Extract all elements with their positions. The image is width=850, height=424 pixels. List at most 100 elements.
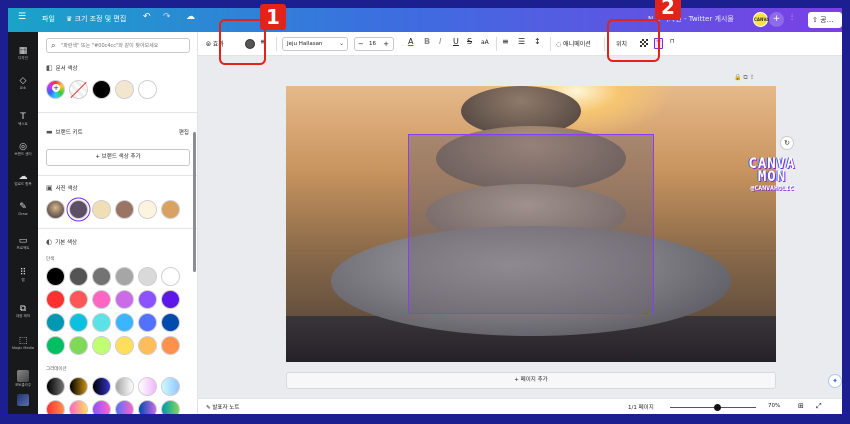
list-button[interactable]: ☰ (518, 37, 525, 46)
solid-color-swatch[interactable] (115, 313, 134, 332)
solid-color-swatch[interactable] (138, 336, 157, 355)
solid-color-swatch[interactable] (46, 267, 65, 286)
share-button[interactable]: ⇧ 공… (808, 12, 842, 28)
resize-button[interactable]: ♛ 크기 조정 및 편집 (66, 14, 126, 24)
nav-elements[interactable]: ◇ 요소 (8, 76, 38, 91)
selected-rectangle[interactable] (408, 134, 654, 314)
undo-icon[interactable]: ↶ (143, 12, 151, 22)
doc-color-swatch[interactable] (115, 80, 134, 99)
solid-color-swatch[interactable] (161, 336, 180, 355)
solid-color-swatch[interactable] (161, 313, 180, 332)
italic-button[interactable]: I (439, 37, 441, 46)
gradient-color-swatch[interactable] (115, 377, 134, 396)
menu-icon[interactable]: ☰ (18, 12, 26, 22)
solid-color-swatch[interactable] (92, 290, 111, 309)
add-color-swatch[interactable] (46, 80, 65, 99)
doc-color-swatch[interactable] (92, 80, 111, 99)
search-input[interactable] (61, 40, 189, 51)
page-count[interactable]: 1/1 페이지 (628, 403, 654, 411)
design-canvas[interactable] (286, 86, 776, 362)
underline-button[interactable]: U (453, 37, 459, 46)
strikethrough-button[interactable]: S (467, 37, 472, 46)
page-action-icons[interactable]: 🔒 ⧉ ⇪ (734, 74, 755, 82)
photo-color-swatch[interactable] (161, 200, 180, 219)
add-page-button[interactable]: + 페이지 추가 (286, 372, 776, 389)
doc-color-swatch[interactable] (138, 80, 157, 99)
font-size-value[interactable]: 16 (369, 41, 376, 47)
solid-color-swatch[interactable] (138, 290, 157, 309)
cloud-save-icon[interactable]: ☁ (186, 12, 195, 22)
rotate-icon[interactable]: ↻ (780, 136, 794, 150)
notes-button[interactable]: ✎ 발표자 노트 (206, 403, 239, 411)
nav-projects[interactable]: ▭ 프로젝트 (8, 236, 38, 251)
nav-draw[interactable]: ✎ Draw (8, 202, 38, 217)
spacing-button[interactable]: ↕ (534, 37, 541, 46)
solid-color-swatch[interactable] (46, 336, 65, 355)
file-menu[interactable]: 파일 (42, 14, 55, 24)
photo-color-swatch[interactable] (69, 200, 88, 219)
solid-color-swatch[interactable] (46, 290, 65, 309)
solid-color-swatch[interactable] (69, 290, 88, 309)
gradient-color-swatch[interactable] (138, 377, 157, 396)
font-select[interactable]: Jeju Hallasan ⌄ (282, 37, 348, 51)
font-size-decrease[interactable]: − (358, 40, 364, 48)
redo-icon[interactable]: ↷ (163, 12, 171, 22)
brand-edit-link[interactable]: 편집 (179, 128, 189, 136)
nav-design[interactable]: ▦ 디자인 (8, 46, 38, 61)
gradient-color-swatch[interactable] (69, 377, 88, 396)
gradient-color-swatch[interactable] (69, 400, 88, 414)
add-brand-color-button[interactable]: + 브랜드 색상 추가 (46, 149, 190, 166)
magic-assistant-icon[interactable]: ✦ (828, 374, 842, 388)
nav-apps[interactable]: ⠿ 앱 (8, 268, 38, 283)
extra-app-icon[interactable] (17, 394, 29, 406)
nav-bulk-create[interactable]: ⧉ 대량 제작 (8, 304, 38, 319)
nav-brand[interactable]: ◎ 브랜드 센터 (8, 142, 38, 157)
animate-button[interactable]: ◌ 애니메이션 (556, 39, 591, 48)
color-search[interactable]: ⌕ (46, 38, 190, 53)
solid-color-swatch[interactable] (46, 313, 65, 332)
lock-icon[interactable]: ⊓ (670, 38, 675, 45)
zoom-level[interactable]: 70% (768, 403, 780, 409)
gradient-color-swatch[interactable] (161, 400, 180, 414)
solid-color-swatch[interactable] (92, 313, 111, 332)
avatar[interactable]: CANVA (753, 12, 769, 27)
photo-color-swatch[interactable] (92, 200, 111, 219)
solid-color-swatch[interactable] (69, 267, 88, 286)
gradient-color-swatch[interactable] (161, 377, 180, 396)
panel-scrollbar[interactable] (193, 132, 196, 272)
case-button[interactable]: aA (481, 39, 489, 46)
solid-color-swatch[interactable] (69, 313, 88, 332)
solid-color-swatch[interactable] (69, 336, 88, 355)
font-size-stepper[interactable]: − 16 + (354, 37, 394, 51)
zoom-slider-knob[interactable] (713, 404, 721, 411)
gradient-color-swatch[interactable] (92, 400, 111, 414)
gradient-color-swatch[interactable] (46, 377, 65, 396)
solid-color-swatch[interactable] (161, 267, 180, 286)
nav-photo-collage[interactable]: 포토콜라주 (8, 370, 38, 388)
photo-color-swatch[interactable] (138, 200, 157, 219)
solid-color-swatch[interactable] (138, 313, 157, 332)
stats-icon[interactable]: ⫶ (791, 13, 793, 23)
solid-color-swatch[interactable] (161, 290, 180, 309)
solid-color-swatch[interactable] (115, 336, 134, 355)
gradient-color-swatch[interactable] (115, 400, 134, 414)
nav-text[interactable]: T 텍스트 (8, 112, 38, 127)
invite-plus-button[interactable]: + (769, 12, 784, 27)
nav-magic-media[interactable]: ⬚ Magic Media (8, 336, 38, 351)
solid-color-swatch[interactable] (138, 267, 157, 286)
grid-view-icon[interactable]: ⊞ (798, 402, 804, 410)
transparent-swatch[interactable] (69, 80, 88, 99)
font-size-increase[interactable]: + (383, 40, 389, 48)
fullscreen-icon[interactable]: ⤢ (816, 402, 822, 411)
text-color-button[interactable]: A (408, 37, 413, 46)
photo-color-swatch[interactable] (115, 200, 134, 219)
gradient-color-swatch[interactable] (92, 377, 111, 396)
solid-color-swatch[interactable] (115, 267, 134, 286)
solid-color-swatch[interactable] (92, 267, 111, 286)
nav-uploads[interactable]: ☁ 업로드 항목 (8, 172, 38, 187)
align-button[interactable]: ≡ (502, 37, 509, 46)
bold-button[interactable]: B (424, 37, 430, 46)
gradient-color-swatch[interactable] (46, 400, 65, 414)
solid-color-swatch[interactable] (92, 336, 111, 355)
solid-color-swatch[interactable] (115, 290, 134, 309)
